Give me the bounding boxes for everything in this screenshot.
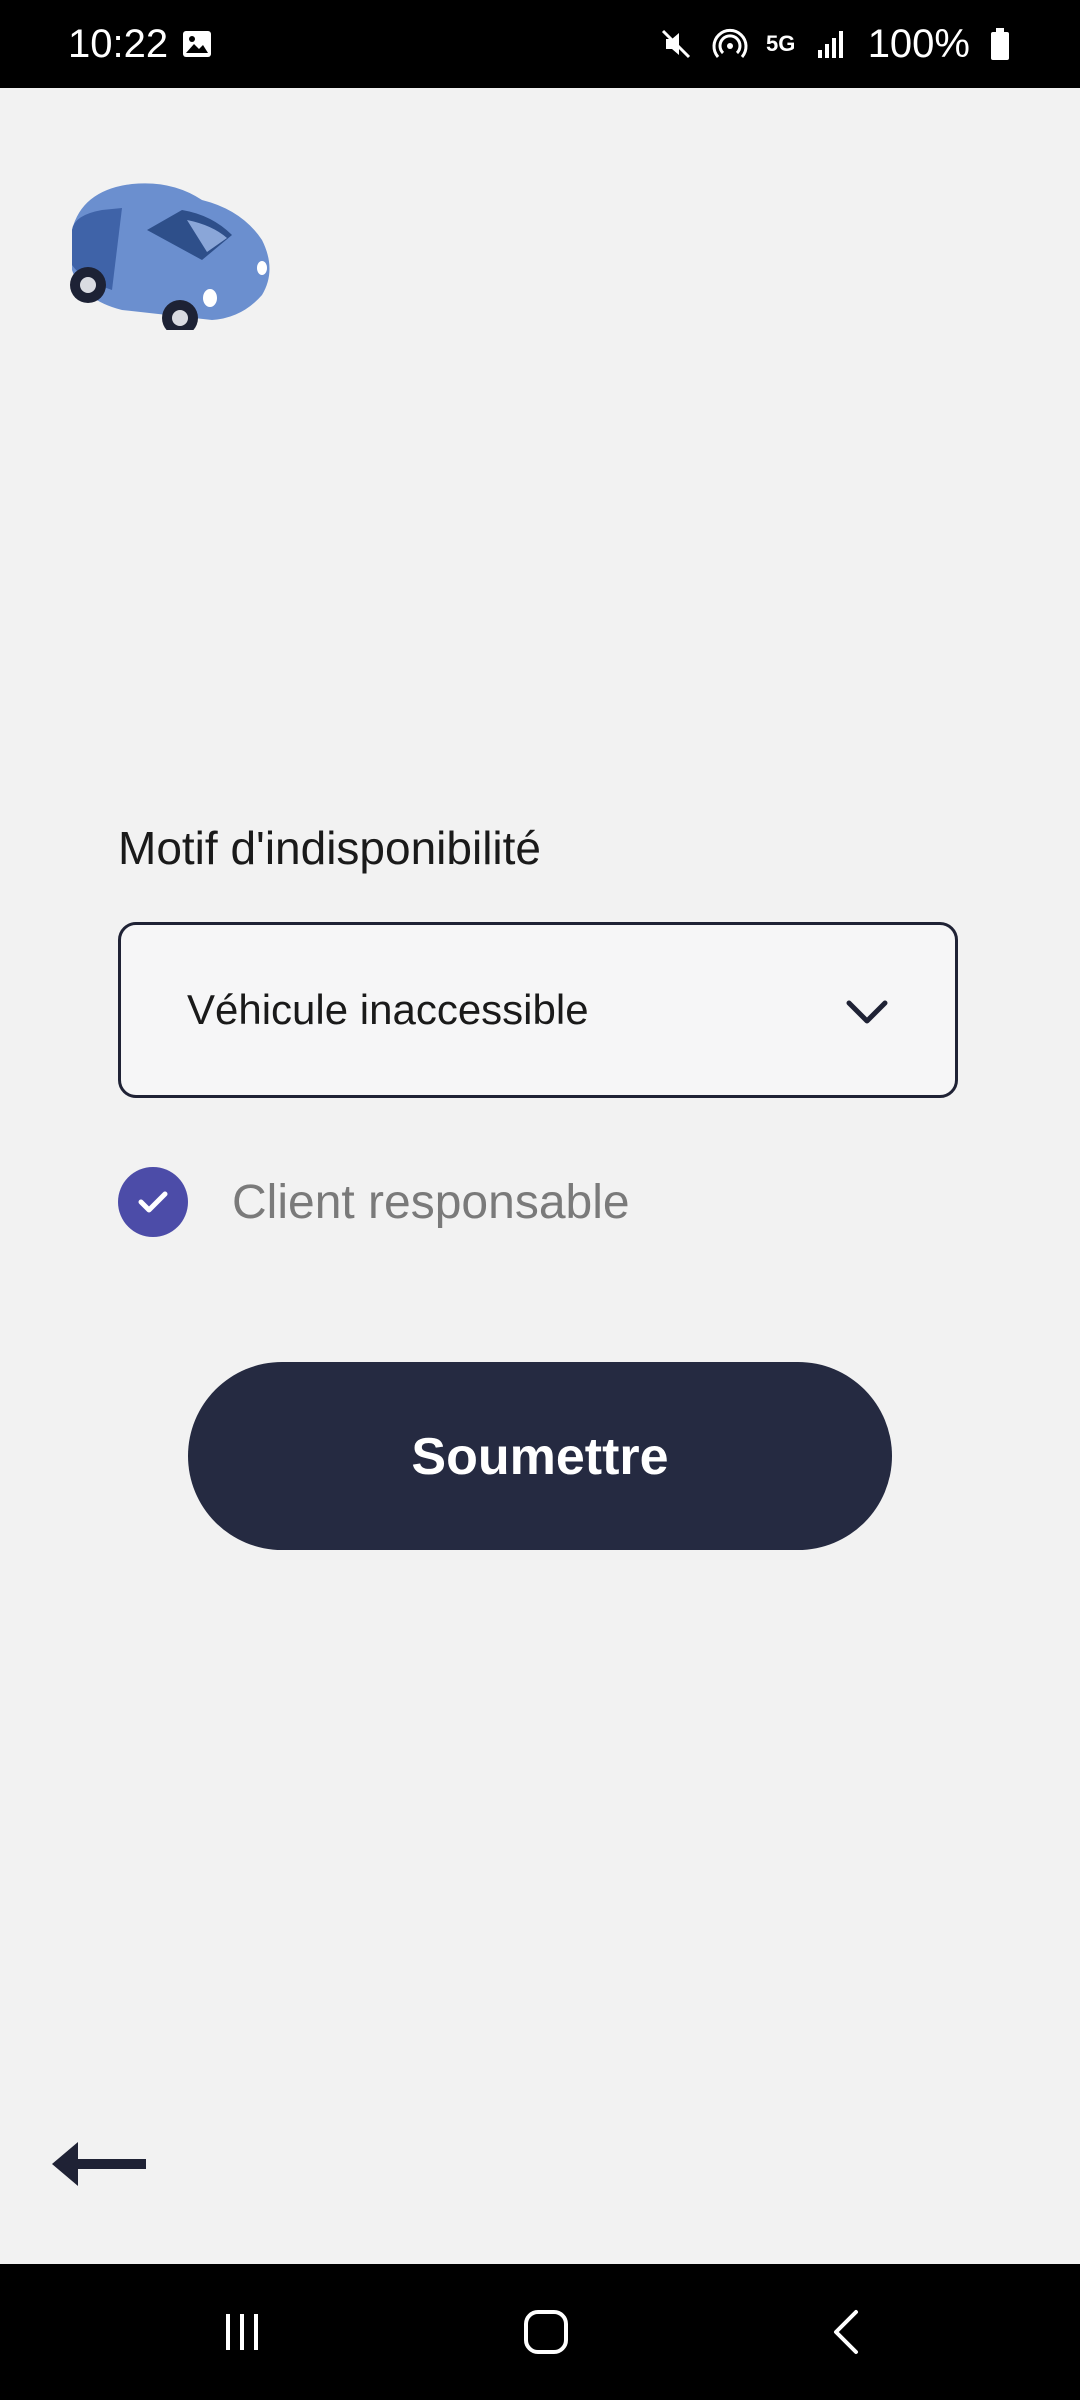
- gallery-icon: [183, 31, 211, 57]
- reason-label: Motif d'indisponibilité: [118, 822, 542, 874]
- back-arrow-icon[interactable]: [50, 2134, 150, 2194]
- back-icon: [834, 2310, 858, 2354]
- client-responsible-checkbox[interactable]: Client responsable: [118, 1166, 630, 1238]
- network-type: 5G: [766, 31, 796, 56]
- dropdown-selected-value: Véhicule inaccessible: [187, 986, 589, 1033]
- navigation-bar: [0, 2264, 1080, 2400]
- checkmark-icon: [138, 1191, 168, 1213]
- status-time: 10:22: [68, 22, 169, 66]
- recent-apps-button[interactable]: [182, 2264, 302, 2400]
- checkbox-label: Client responsable: [232, 1175, 630, 1229]
- car-icon: [70, 183, 270, 330]
- checkbox-checked[interactable]: [118, 1167, 188, 1237]
- signal-icon: [817, 31, 843, 58]
- home-icon: [524, 2310, 568, 2354]
- battery-icon: [991, 28, 1009, 60]
- submit-button[interactable]: Soumettre: [188, 1362, 892, 1550]
- home-button[interactable]: [486, 2264, 606, 2400]
- back-button[interactable]: [788, 2264, 908, 2400]
- battery-percent: 100%: [867, 22, 970, 66]
- screen: 10:22 5G 100% Motif d'indisponibilité Vé…: [0, 0, 1080, 2400]
- mute-icon: [661, 29, 690, 59]
- reason-dropdown[interactable]: Véhicule inaccessible: [118, 922, 958, 1098]
- status-bar: 10:22 5G 100%: [0, 0, 1080, 88]
- chevron-down-icon: [846, 1000, 888, 1024]
- status-icons: 5G 100%: [658, 0, 1012, 88]
- hotspot-icon: [712, 28, 748, 58]
- recent-apps-icon: [226, 2314, 258, 2350]
